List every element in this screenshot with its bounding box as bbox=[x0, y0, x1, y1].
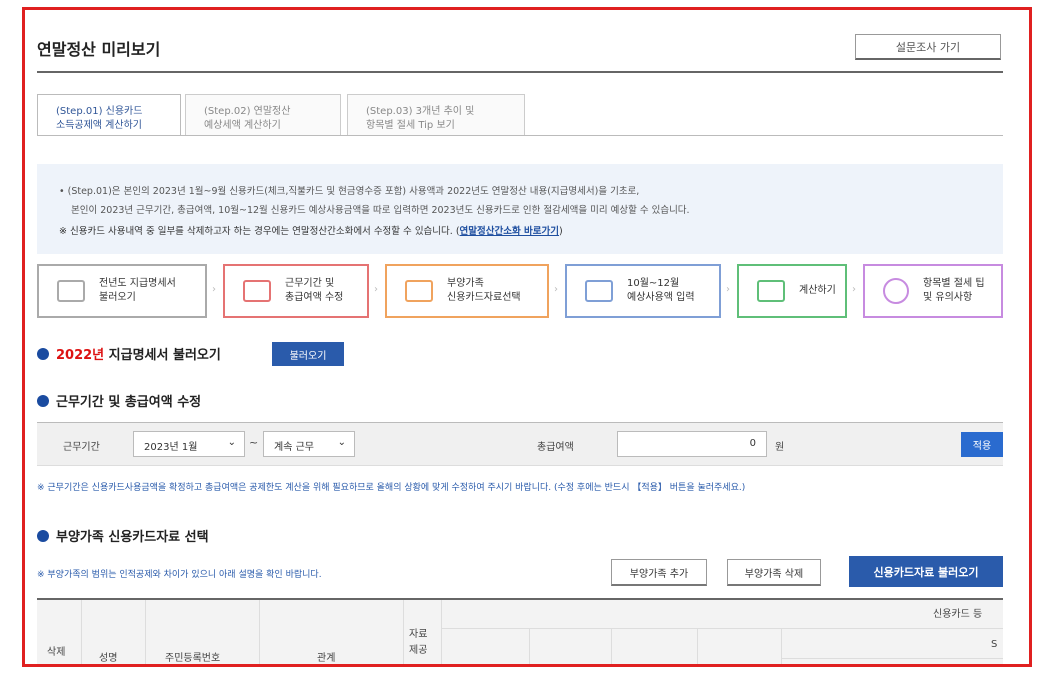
table-column-divider bbox=[529, 628, 530, 664]
step-label: 불러오기 bbox=[99, 292, 136, 303]
step-label: 및 유의사항 bbox=[923, 292, 973, 303]
section-period-title: 근무기간 및 총급여액 수정 bbox=[37, 391, 201, 410]
step-label: 부양가족 bbox=[447, 278, 484, 289]
tab-label: (Step.01) 신용카드 bbox=[56, 106, 143, 117]
chevron-down-icon: ⌄ bbox=[337, 437, 346, 448]
survey-button[interactable]: 설문조사 가기 bbox=[855, 34, 1001, 60]
card-icon bbox=[585, 280, 613, 302]
period-form: 근무기간 2023년 1월 ⌄ ~ 계속 근무 ⌄ 총급여액 0 원 적용 bbox=[37, 422, 1003, 466]
tab-step-02[interactable]: (Step.02) 연말정산 예상세액 계산하기 bbox=[185, 94, 341, 136]
column-header-rrn: 주민등록번호 bbox=[165, 653, 221, 664]
load-card-data-button[interactable]: 신용카드자료 불러오기 bbox=[849, 556, 1003, 587]
info-note: ※ 신용카드 사용내역 중 일부를 삭제하고자 하는 경우에는 연말정산간소화에… bbox=[59, 223, 563, 237]
step-label: 전년도 지급명세서 bbox=[99, 278, 176, 289]
table-column-divider bbox=[611, 628, 612, 664]
total-salary-label: 총급여액 bbox=[537, 442, 574, 453]
total-salary-input[interactable]: 0 bbox=[617, 431, 767, 457]
column-group-card: 신용카드 등 bbox=[933, 609, 983, 620]
step-dependent-card[interactable]: 부양가족신용카드자료선택 bbox=[385, 264, 549, 318]
tab-step-01[interactable]: (Step.01) 신용카드 소득공제액 계산하기 bbox=[37, 94, 181, 136]
info-box: • (Step.01)은 본인의 2023년 1월~9월 신용카드(체크,직불카… bbox=[37, 164, 1003, 254]
table-column-divider bbox=[781, 628, 782, 664]
tab-step-03[interactable]: (Step.03) 3개년 추이 및 항목별 절세 Tip 보기 bbox=[347, 94, 525, 136]
table-row-divider bbox=[781, 658, 1003, 659]
step-label: 항목별 절세 팁 bbox=[923, 278, 985, 289]
step-label: 예상사용액 입력 bbox=[627, 292, 695, 303]
table-row-divider bbox=[441, 628, 1003, 629]
load-statement-button[interactable]: 불러오기 bbox=[272, 342, 344, 366]
table-column-divider bbox=[441, 600, 442, 664]
column-header-relation: 관계 bbox=[317, 653, 336, 664]
tip-icon bbox=[883, 278, 909, 304]
calendar-icon bbox=[243, 280, 271, 302]
chevron-right-icon: › bbox=[374, 284, 378, 295]
period-end-select[interactable]: 계속 근무 ⌄ bbox=[263, 431, 355, 457]
chevron-right-icon: › bbox=[212, 284, 216, 295]
select-value: 2023년 1월 bbox=[144, 442, 198, 453]
column-header-delete: 삭제 bbox=[47, 647, 66, 658]
table-column-divider bbox=[145, 600, 146, 664]
step-tax-tips[interactable]: 항목별 절세 팁및 유의사항 bbox=[863, 264, 1003, 318]
info-text: 본인이 2023년 근무기간, 총급여액, 10월~12월 신용카드 예상사용금… bbox=[71, 205, 690, 216]
column-header-name: 성명 bbox=[99, 653, 118, 664]
table-column-divider bbox=[697, 628, 698, 664]
period-note: ※ 근무기간은 신용카드사용금액을 확정하고 총급여액은 공제한도 계산을 위해… bbox=[37, 483, 746, 493]
document-icon bbox=[57, 280, 85, 302]
tab-label: (Step.03) 3개년 추이 및 bbox=[366, 106, 475, 117]
step-label: 신용카드자료선택 bbox=[447, 292, 521, 303]
tab-label: 소득공제액 계산하기 bbox=[56, 120, 142, 131]
section-title-text: 근무기간 및 총급여액 수정 bbox=[56, 395, 202, 410]
column-header-provide: 자료 bbox=[409, 629, 428, 640]
select-value: 계속 근무 bbox=[274, 442, 314, 453]
table-column-divider bbox=[259, 600, 260, 664]
step-calculate[interactable]: 계산하기 bbox=[737, 264, 847, 318]
add-dependent-button[interactable]: 부양가족 추가 bbox=[611, 559, 707, 586]
tab-divider bbox=[37, 135, 1003, 136]
info-note-text: ※ 신용카드 사용내역 중 일부를 삭제하고자 하는 경우에는 연말정산간소화에… bbox=[59, 226, 460, 237]
column-subheader: S bbox=[991, 639, 998, 650]
tab-label: 항목별 절세 Tip 보기 bbox=[366, 120, 455, 131]
section-title-text: 지급명세서 불러오기 bbox=[104, 348, 221, 363]
step-label: 10월~12월 bbox=[627, 278, 680, 289]
dependent-note: ※ 부양가족의 범위는 인적공제와 차이가 있으니 아래 설명을 확인 바랍니다… bbox=[37, 570, 322, 580]
info-text: • (Step.01)은 본인의 2023년 1월~9월 신용카드(체크,직불카… bbox=[59, 186, 640, 197]
step-edit-period[interactable]: 근무기간 및총급여액 수정 bbox=[223, 264, 369, 318]
section-title-text: 부양가족 신용카드자료 선택 bbox=[56, 530, 209, 545]
monitor-icon bbox=[405, 280, 433, 302]
step-label: 계산하기 bbox=[799, 285, 836, 296]
title-divider bbox=[37, 71, 1003, 73]
table-column-divider bbox=[81, 600, 82, 664]
tab-label: (Step.02) 연말정산 bbox=[204, 106, 291, 117]
simplified-service-link[interactable]: 연말정산간소화 바로가기 bbox=[460, 226, 559, 237]
section-dependent-title: 부양가족 신용카드자료 선택 bbox=[37, 526, 209, 545]
page-title: 연말정산 미리보기 bbox=[37, 40, 161, 59]
bullet-icon bbox=[37, 530, 49, 542]
step-label: 총급여액 수정 bbox=[285, 292, 344, 303]
step-label: 근무기간 및 bbox=[285, 278, 335, 289]
chevron-right-icon: › bbox=[554, 284, 558, 295]
dependent-table: 삭제 성명 주민등록번호 관계 자료 제공 신용카드 등 S bbox=[37, 598, 1003, 664]
calculator-icon bbox=[757, 280, 785, 302]
period-start-select[interactable]: 2023년 1월 ⌄ bbox=[133, 431, 245, 457]
step-expected-usage[interactable]: 10월~12월예상사용액 입력 bbox=[565, 264, 721, 318]
section-load-statement-title: 2022년 지급명세서 불러오기 bbox=[37, 344, 221, 363]
period-label: 근무기간 bbox=[63, 442, 100, 453]
delete-dependent-button[interactable]: 부양가족 삭제 bbox=[727, 559, 821, 586]
table-column-divider bbox=[403, 600, 404, 664]
bullet-icon bbox=[37, 348, 49, 360]
tab-label: 예상세액 계산하기 bbox=[204, 120, 281, 131]
statement-year: 2022년 bbox=[56, 348, 105, 363]
column-header-provide: 제공 bbox=[409, 645, 428, 656]
info-note-text: ) bbox=[558, 226, 563, 237]
chevron-right-icon: › bbox=[852, 284, 856, 295]
step-load-statement[interactable]: 전년도 지급명세서불러오기 bbox=[37, 264, 207, 318]
chevron-right-icon: › bbox=[726, 284, 730, 295]
currency-unit: 원 bbox=[775, 442, 785, 453]
preview-panel: 연말정산 미리보기 설문조사 가기 (Step.01) 신용카드 소득공제액 계… bbox=[22, 7, 1032, 667]
range-separator: ~ bbox=[249, 436, 259, 449]
bullet-icon bbox=[37, 395, 49, 407]
chevron-down-icon: ⌄ bbox=[227, 437, 236, 448]
apply-button[interactable]: 적용 bbox=[961, 432, 1003, 457]
